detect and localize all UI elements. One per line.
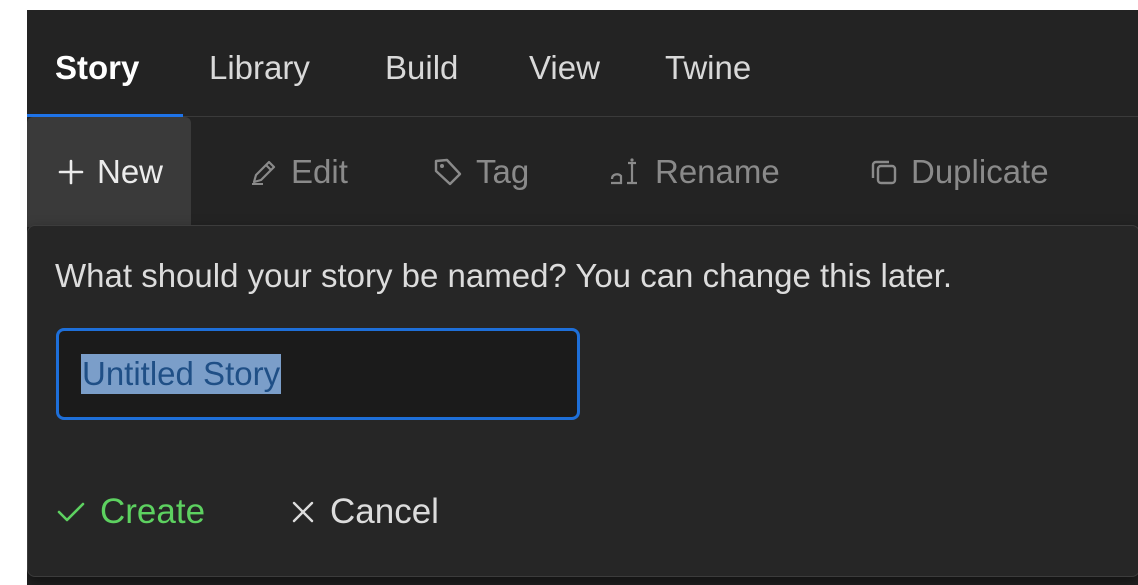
menu-tab-bar: Story Library Build View Twine <box>27 10 1138 117</box>
create-button-label: Create <box>100 492 206 531</box>
tag-button-label: Tag <box>476 153 530 190</box>
pencil-icon <box>249 157 279 187</box>
cancel-button[interactable]: Cancel <box>290 491 439 533</box>
twine-window: Story Library Build View Twine New Edit <box>27 10 1138 585</box>
rename-button[interactable]: Rename <box>609 117 780 227</box>
plus-icon <box>57 158 85 186</box>
tab-view[interactable]: View <box>529 48 600 88</box>
close-icon <box>290 499 316 525</box>
story-toolbar: New Edit Tag Rename Duplicate <box>27 117 1138 227</box>
tag-button[interactable]: Tag <box>432 117 529 227</box>
rename-icon <box>609 157 643 187</box>
duplicate-icon <box>869 157 899 187</box>
rename-button-label: Rename <box>655 153 780 190</box>
tab-twine[interactable]: Twine <box>665 48 751 88</box>
story-name-value: Untitled Story <box>81 354 282 394</box>
dialog-prompt: What should your story be named? You can… <box>55 257 953 294</box>
create-button[interactable]: Create <box>56 491 205 533</box>
app: Story Library Build View Twine New Edit <box>0 0 1138 585</box>
checkmark-icon <box>56 499 86 525</box>
edit-button-label: Edit <box>291 153 348 190</box>
new-button[interactable]: New <box>27 117 192 227</box>
story-name-input[interactable]: Untitled Story <box>56 328 580 420</box>
tab-story[interactable]: Story <box>55 48 139 88</box>
tag-icon <box>432 156 464 188</box>
new-button-label: New <box>97 153 164 190</box>
cancel-button-label: Cancel <box>330 492 439 531</box>
edit-button[interactable]: Edit <box>249 117 348 227</box>
tab-build[interactable]: Build <box>385 48 458 88</box>
new-story-dialog: What should your story be named? You can… <box>27 225 1138 577</box>
duplicate-button[interactable]: Duplicate <box>869 117 1049 227</box>
duplicate-button-label: Duplicate <box>911 153 1049 190</box>
tab-library[interactable]: Library <box>209 48 310 88</box>
